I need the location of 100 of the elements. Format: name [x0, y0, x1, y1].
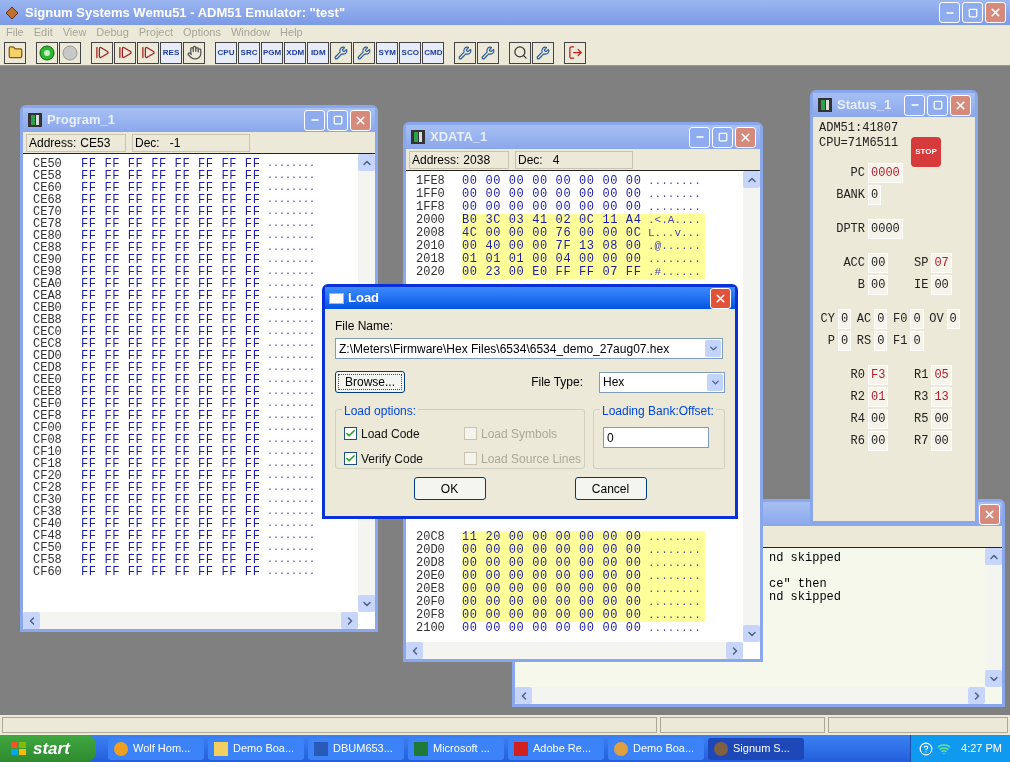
offset-input[interactable]: 0: [603, 427, 709, 448]
window-title: Status_1: [837, 96, 893, 115]
minimize-button[interactable]: [304, 109, 325, 131]
taskbar-button[interactable]: Microsoft ...: [408, 737, 504, 760]
close-button[interactable]: [350, 109, 371, 131]
scroll-up-button[interactable]: [985, 548, 1002, 565]
toolbar-button[interactable]: [532, 41, 555, 64]
minimize-button[interactable]: [689, 126, 710, 148]
maximize-button[interactable]: [327, 109, 348, 131]
help-icon[interactable]: [919, 741, 934, 756]
taskbar-button[interactable]: Demo Boa...: [608, 737, 704, 760]
toolbar-button[interactable]: [114, 41, 136, 64]
address-cell-text: 1FF8: [415, 201, 446, 214]
maximize-button[interactable]: [962, 2, 983, 23]
file-name-combobox[interactable]: Z:\Meters\Firmware\Hex Files\6534\6534_demo_27aug07.hex: [335, 338, 723, 359]
toolbar-button[interactable]: [91, 41, 113, 64]
start-button[interactable]: start: [0, 735, 96, 762]
toolbar-button[interactable]: IDM: [307, 41, 330, 64]
close-button[interactable]: [950, 94, 971, 116]
toolbar-button[interactable]: [353, 41, 376, 64]
hex-bytes: 00 00 00 00 00 00 00 00: [462, 596, 648, 609]
register-value: 00: [931, 275, 952, 295]
toolbar-button[interactable]: [36, 41, 58, 64]
toolbar-button[interactable]: [137, 41, 159, 64]
address-cell-text: CF30: [32, 494, 63, 506]
maximize-button[interactable]: [712, 126, 733, 148]
hex-bytes: FF FF FF FF FF FF FF FF: [81, 566, 262, 578]
taskbar-button[interactable]: DBUM653...: [308, 737, 404, 760]
address-cell-text: CEC8: [32, 338, 63, 350]
ascii-text: ........: [267, 446, 316, 458]
taskbar-button[interactable]: Adobe Re...: [508, 737, 604, 760]
register-value: 13: [931, 387, 952, 407]
checkbox-label: Load Source Lines: [481, 450, 582, 468]
toolbar-button[interactable]: [564, 41, 587, 64]
register-value: 00: [868, 275, 889, 295]
toolbar-button[interactable]: [454, 41, 477, 64]
ascii-text: .<.A....: [648, 214, 705, 227]
scroll-left-button[interactable]: [406, 642, 423, 659]
horizontal-scrollbar[interactable]: [515, 687, 985, 704]
file-type-select[interactable]: Hex: [599, 371, 725, 393]
address-cell-text: CF60: [32, 566, 63, 578]
ascii-text: ........: [267, 566, 316, 578]
toolbar-button[interactable]: RES: [160, 41, 182, 64]
scroll-right-button[interactable]: [968, 687, 985, 704]
toolbar-button[interactable]: [477, 41, 500, 64]
address-cell-text: CEB0: [32, 302, 63, 314]
toolbar-button[interactable]: SYM: [376, 41, 399, 64]
register-label: R0: [849, 367, 865, 384]
checkbox[interactable]: [344, 427, 357, 440]
toolbar-button[interactable]: [183, 41, 205, 64]
horizontal-scrollbar[interactable]: [406, 642, 743, 659]
toolbar-button[interactable]: SRC: [238, 41, 260, 64]
wifi-icon[interactable]: [937, 741, 952, 756]
scroll-up-button[interactable]: [743, 171, 760, 188]
ascii-text: ........: [648, 609, 705, 622]
scroll-down-button[interactable]: [358, 595, 375, 612]
toolbar-button[interactable]: CMD: [422, 41, 445, 64]
toolbar-button[interactable]: PGM: [261, 41, 284, 64]
scroll-down-button[interactable]: [743, 625, 760, 642]
toolbar-button[interactable]: [509, 41, 532, 64]
close-button[interactable]: [735, 126, 756, 148]
ascii-text: ........: [267, 410, 316, 422]
toolbar-button[interactable]: CPU: [215, 41, 237, 64]
dropdown-button[interactable]: [705, 340, 721, 357]
taskbar-button[interactable]: Wolf Hom...: [108, 737, 204, 760]
minimize-button[interactable]: [904, 94, 925, 116]
close-icon: [983, 507, 996, 521]
toolbar-button[interactable]: XDM: [284, 41, 307, 64]
browse-button[interactable]: Browse...: [335, 371, 405, 393]
maximize-button[interactable]: [927, 94, 948, 116]
scroll-left-button[interactable]: [23, 612, 40, 629]
hex-bytes: FF FF FF FF FF FF FF FF: [81, 326, 262, 338]
vertical-scrollbar[interactable]: [985, 548, 1002, 687]
cancel-button[interactable]: Cancel: [574, 477, 647, 500]
scroll-left-button[interactable]: [515, 687, 532, 704]
taskbar-button[interactable]: Signum S...: [708, 737, 804, 760]
ok-button[interactable]: OK: [413, 477, 486, 500]
toolbar-button[interactable]: [59, 41, 81, 64]
toolbar-button[interactable]: [4, 41, 26, 64]
scroll-up-button[interactable]: [358, 154, 375, 171]
scroll-right-button[interactable]: [726, 642, 743, 659]
taskbar-button[interactable]: Demo Boa...: [208, 737, 304, 760]
hex-bytes: 00 00 00 00 00 00 00 00: [462, 557, 648, 570]
stop-button[interactable]: STOP: [911, 137, 941, 167]
close-button[interactable]: [710, 287, 731, 309]
toolbar-button[interactable]: [330, 41, 353, 64]
scroll-right-button[interactable]: [341, 612, 358, 629]
checkbox[interactable]: [344, 452, 357, 465]
close-button[interactable]: [979, 503, 1000, 525]
toolbar-button[interactable]: SCO: [399, 41, 422, 64]
close-button[interactable]: [985, 2, 1006, 23]
ascii-text: ........: [648, 622, 702, 635]
vertical-scrollbar[interactable]: [743, 171, 760, 642]
hex-bytes: 00 23 00 E0 FF FF 07 FF: [462, 266, 648, 279]
address-cell-text: 20D8: [415, 557, 446, 570]
minimize-button[interactable]: [939, 2, 960, 23]
horizontal-scrollbar[interactable]: [23, 612, 358, 629]
address-cell-text: 2018: [415, 253, 446, 266]
scroll-down-button[interactable]: [985, 670, 1002, 687]
dropdown-button[interactable]: [707, 373, 723, 391]
